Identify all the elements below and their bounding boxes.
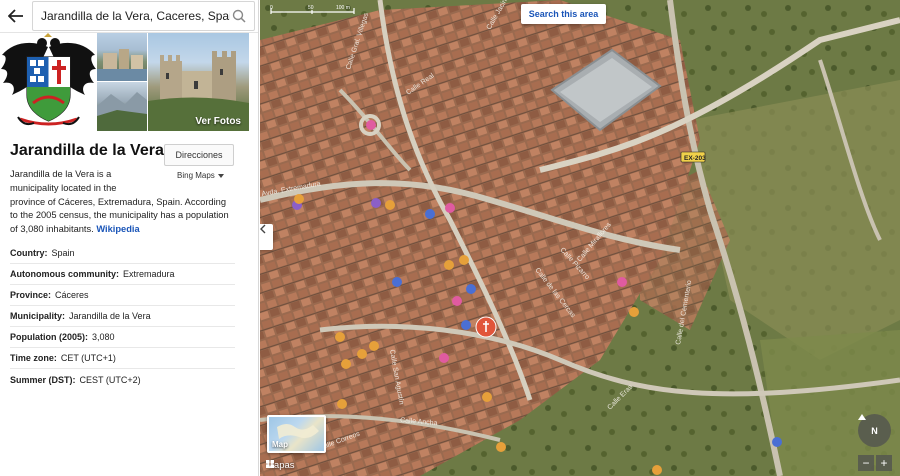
poi-marker[interactable]	[337, 399, 347, 409]
compass-button[interactable]: N	[858, 414, 891, 447]
poi-marker[interactable]	[385, 200, 395, 210]
location-pin-icon[interactable]	[475, 316, 497, 338]
back-button[interactable]	[0, 0, 32, 33]
fact-row-country: Country: Spain	[10, 243, 235, 264]
poi-marker[interactable]	[617, 277, 627, 287]
poi-marker[interactable]	[357, 349, 367, 359]
arrow-left-icon	[8, 9, 23, 23]
fact-row-timezone: Time zone: CET (UTC+1)	[10, 348, 235, 369]
poi-marker[interactable]	[371, 198, 381, 208]
fact-label: Municipality:	[10, 311, 66, 321]
app-window: Ver Fotos Jarandilla de la Vera Direccio…	[0, 0, 900, 476]
fact-value: Cáceres	[55, 290, 89, 300]
scale-label: 50	[308, 5, 314, 11]
search-bar	[0, 0, 258, 33]
place-description: Jarandilla de la Vera is a municipality …	[10, 168, 240, 237]
compass-label: N	[871, 425, 878, 436]
zoom-in-button[interactable]: +	[876, 455, 892, 471]
fact-label: Population (2005):	[10, 332, 89, 342]
fact-row-summer-time: Summer (DST): CEST (UTC+2)	[10, 369, 235, 390]
poi-marker[interactable]	[445, 203, 455, 213]
windows-logo-icon	[266, 460, 274, 468]
poi-marker[interactable]	[459, 255, 469, 265]
description-line: municipality located in the	[10, 182, 117, 193]
coat-of-arms-image	[0, 33, 97, 131]
zoom-out-button[interactable]: −	[858, 455, 874, 471]
description-line-last: of 3,080 inhabitants. Wikipedia	[10, 223, 240, 237]
poi-marker[interactable]	[652, 465, 662, 475]
poi-marker[interactable]	[466, 284, 476, 294]
poi-marker[interactable]	[629, 307, 639, 317]
poi-marker[interactable]	[335, 332, 345, 342]
directions-button[interactable]: Direcciones	[164, 144, 234, 166]
poi-marker[interactable]	[772, 437, 782, 447]
scale-label: 0	[270, 5, 273, 11]
fact-value: Extremadura	[123, 269, 175, 279]
scale-label: 100 m	[336, 5, 350, 11]
description-line: province of Cáceres, Extremadura, Spain.…	[10, 196, 227, 207]
valley-photo	[97, 82, 147, 131]
road-shield-label: EX-203	[684, 155, 706, 162]
poi-marker[interactable]	[452, 296, 462, 306]
road-shield: EX-203	[680, 151, 706, 163]
brand-logo: Mapas	[266, 460, 295, 471]
poi-marker[interactable]	[496, 442, 506, 452]
poi-marker[interactable]	[425, 209, 435, 219]
place-title: Jarandilla de la Vera	[10, 142, 164, 159]
fact-row-population: Population (2005): 3,080	[10, 327, 235, 348]
north-arrow-icon	[858, 414, 866, 420]
fact-value: CET (UTC+1)	[60, 353, 116, 363]
info-panel: Ver Fotos Jarandilla de la Vera Direccio…	[0, 0, 259, 476]
poi-marker[interactable]	[392, 277, 402, 287]
poi-marker[interactable]	[369, 341, 379, 351]
search-box	[32, 1, 255, 31]
poi-marker[interactable]	[294, 194, 304, 204]
collapse-panel-button[interactable]	[260, 224, 273, 250]
poi-marker[interactable]	[482, 392, 492, 402]
photo-strip[interactable]: Ver Fotos	[0, 33, 258, 131]
see-photos-link[interactable]: Ver Fotos	[195, 116, 241, 127]
chevron-left-icon	[260, 224, 266, 234]
fact-value: 3,080	[92, 332, 115, 342]
fact-label: Autonomous community:	[10, 269, 119, 279]
title-row: Jarandilla de la Vera Direcciones	[0, 131, 258, 166]
fact-label: Time zone:	[10, 353, 57, 363]
poi-marker[interactable]	[461, 320, 471, 330]
poi-marker[interactable]	[439, 353, 449, 363]
fact-label: Summer (DST):	[10, 374, 76, 385]
zoom-controls: − +	[858, 455, 892, 471]
fact-row-municipality: Municipality: Jarandilla de la Vera	[10, 306, 235, 327]
map-toggle-label: Map	[272, 440, 288, 449]
fact-row-province: Province: Cáceres	[10, 285, 235, 306]
fact-row-community: Autonomous community: Extremadura	[10, 264, 235, 285]
fact-value: Spain	[51, 248, 75, 258]
description-line: Jarandilla de la Vera is a	[10, 169, 112, 179]
fact-value: Jarandilla de la Vera	[69, 311, 151, 321]
satellite-imagery: Calle Gral. Villegas Calle Jacinto Benav…	[260, 0, 900, 476]
castle-photo: Ver Fotos	[148, 33, 249, 131]
poi-marker[interactable]	[341, 359, 351, 369]
poi-marker[interactable]	[366, 120, 376, 130]
description-text: of 3,080 inhabitants.	[10, 224, 94, 235]
poi-marker[interactable]	[444, 260, 454, 270]
facts-list: Country: Spain Autonomous community: Extre…	[10, 243, 235, 390]
fact-label: Province:	[10, 290, 52, 300]
fact-label: Country:	[10, 248, 48, 258]
map-view[interactable]: Calle Gral. Villegas Calle Jacinto Benav…	[260, 0, 900, 476]
fact-value: CEST (UTC+2)	[79, 374, 141, 385]
photo-grid: Ver Fotos	[97, 33, 258, 131]
search-input[interactable]	[41, 9, 230, 23]
search-this-area-button[interactable]: Search this area	[521, 4, 606, 24]
town-photo	[97, 33, 147, 81]
scale-bar: 0 50 100 m	[270, 4, 356, 16]
wikipedia-link[interactable]: Wikipedia	[96, 224, 139, 234]
description-line: to the 2005 census, the municipality has…	[10, 210, 229, 221]
map-style-toggle[interactable]: Map	[267, 415, 326, 453]
search-icon[interactable]	[230, 7, 248, 25]
